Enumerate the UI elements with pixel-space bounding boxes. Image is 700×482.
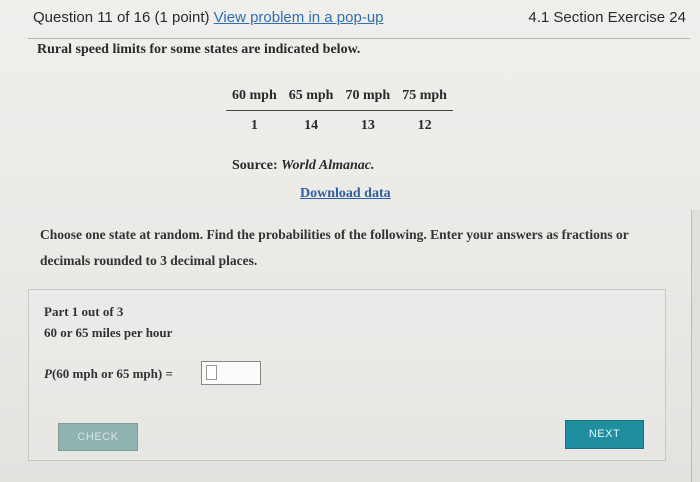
part-description: 60 or 65 miles per hour <box>44 325 173 340</box>
table-header-cell: 65 mph <box>288 88 334 103</box>
check-button[interactable]: CHECK <box>58 423 138 451</box>
source-label: Source: <box>232 158 278 173</box>
question-label: Question 11 of 16 (1 point) <box>33 9 210 26</box>
source-name: World Almanac. <box>281 158 375 173</box>
download-data-link[interactable]: Download data <box>300 186 391 202</box>
table-row: 1 14 13 12 <box>226 111 453 135</box>
section-label: 4.1 Section Exercise 24 <box>528 9 686 26</box>
popup-link[interactable]: View problem in a pop-up <box>214 9 384 26</box>
table-header-cell: 60 mph <box>232 88 277 103</box>
table-header-row: 60 mph 65 mph 70 mph 75 mph <box>226 88 453 111</box>
table-cell: 12 <box>417 118 432 133</box>
speed-limit-table: 60 mph 65 mph 70 mph 75 mph 1 14 13 12 <box>226 88 453 134</box>
part-label: Part 1 out of 3 <box>44 304 124 319</box>
problem-intro: Rural speed limits for some states are i… <box>37 42 361 57</box>
instructions: Choose one state at random. Find the pro… <box>40 227 629 268</box>
source-line: Source: World Almanac. <box>232 158 374 174</box>
probability-symbol: P <box>44 366 52 381</box>
answer-input[interactable] <box>201 361 261 385</box>
probability-expression: P(60 mph or 65 mph) = <box>44 366 173 382</box>
table-cell: 1 <box>250 118 258 133</box>
question-header: Question 11 of 16 (1 point) View problem… <box>33 9 384 26</box>
text-cursor-box <box>206 365 217 380</box>
question-page: Question 11 of 16 (1 point) View problem… <box>0 0 700 482</box>
header-divider <box>28 38 690 39</box>
table-cell: 14 <box>304 118 319 133</box>
table-cell: 13 <box>360 118 375 133</box>
probability-event: (60 mph or 65 mph) = <box>51 366 173 381</box>
scrollbar-track[interactable] <box>691 210 700 482</box>
next-button[interactable]: NEXT <box>565 420 644 449</box>
table-header-cell: 70 mph <box>345 88 391 103</box>
table-header-cell: 75 mph <box>402 88 447 103</box>
